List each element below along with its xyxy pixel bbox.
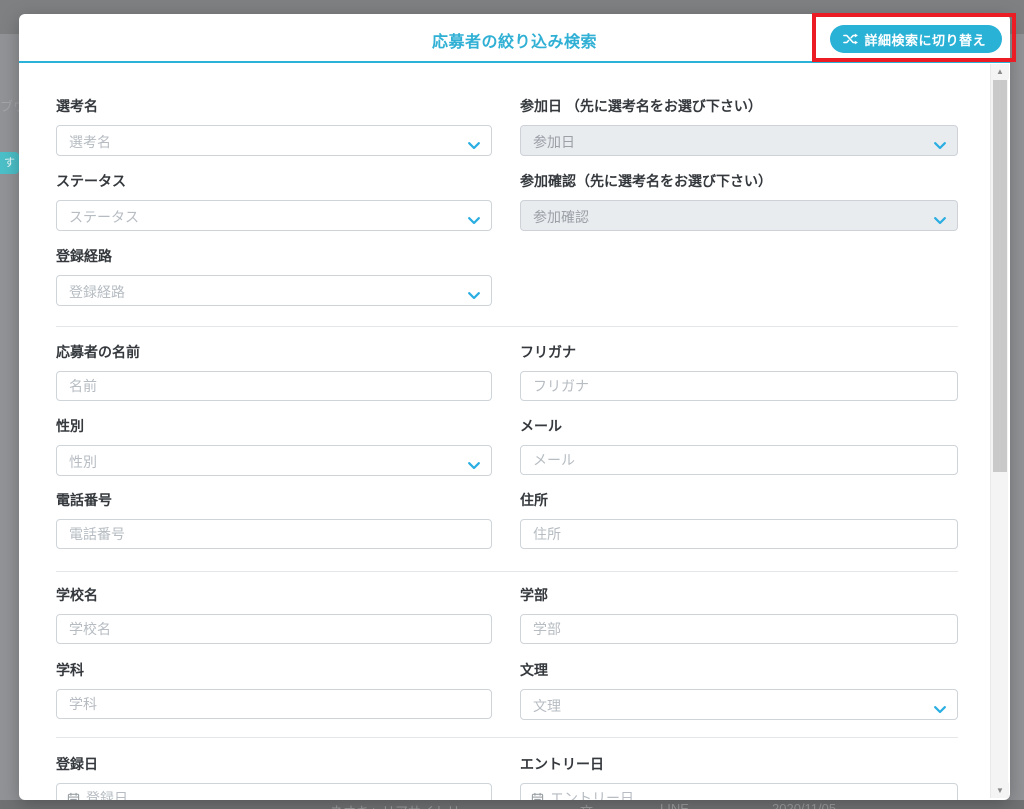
field-furigana: フリガナ — [520, 343, 958, 401]
field-registration-date: 登録日 — [56, 755, 492, 800]
field-participation-date: 参加日 （先に選考名をお選び下さい） 参加日 — [520, 97, 958, 156]
bunri-select[interactable]: 文理 — [520, 689, 958, 720]
field-status: ステータス ステータス — [56, 172, 492, 231]
registration-date-label: 登録日 — [56, 755, 492, 773]
field-email: メール — [520, 417, 958, 475]
chevron-down-icon — [468, 287, 480, 305]
chevron-down-icon — [934, 701, 946, 719]
scrollbar-up-icon[interactable]: ▲ — [991, 64, 1009, 79]
email-input[interactable] — [520, 445, 958, 475]
field-registration-route: 登録経路 登録経路 — [56, 247, 492, 306]
field-address: 住所 — [520, 491, 958, 549]
field-gender: 性別 性別 — [56, 417, 492, 476]
section-divider — [56, 571, 958, 572]
phone-input[interactable] — [56, 519, 492, 549]
shuffle-icon — [843, 32, 858, 46]
background-cell-company: ネオキャリアサイトリ — [330, 801, 460, 809]
phone-label: 電話番号 — [56, 491, 492, 509]
calendar-icon — [531, 792, 544, 801]
background-cell-gender: 文 — [580, 801, 593, 809]
entry-date-label: エントリー日 — [520, 755, 958, 773]
address-label: 住所 — [520, 491, 958, 509]
participation-confirm-label: 参加確認（先に選考名をお選び下さい） — [520, 172, 958, 190]
select-placeholder: 文理 — [533, 696, 561, 716]
field-selection-name: 選考名 選考名 — [56, 97, 492, 156]
registration-date-input[interactable] — [56, 783, 492, 800]
field-school-name: 学校名 — [56, 586, 492, 644]
registration-date-field[interactable] — [80, 785, 491, 800]
furigana-input[interactable] — [520, 371, 958, 401]
entry-date-input[interactable] — [520, 783, 958, 800]
chevron-down-icon — [468, 137, 480, 155]
chevron-down-icon — [468, 457, 480, 475]
registration-route-select[interactable]: 登録経路 — [56, 275, 492, 306]
address-input[interactable] — [520, 519, 958, 549]
school-name-label: 学校名 — [56, 586, 492, 604]
background-table-row: ネオキャリアサイトリ 文 LINE 2020/11/05 — [0, 800, 1024, 809]
registration-route-label: 登録経路 — [56, 247, 492, 265]
field-applicant-name: 応募者の名前 — [56, 343, 492, 401]
modal-header: 応募者の絞り込み検索 詳細検索に切り替え — [19, 14, 1010, 63]
chevron-down-icon — [934, 137, 946, 155]
background-button-fragment: す — [0, 152, 19, 174]
selection-name-select[interactable]: 選考名 — [56, 125, 492, 156]
field-faculty: 学部 — [520, 586, 958, 644]
filter-form: 選考名 選考名 参加日 （先に選考名をお選び下さい） 参加日 ステータス ステー… — [19, 65, 1010, 800]
section-divider — [56, 326, 958, 327]
faculty-input[interactable] — [520, 614, 958, 644]
school-name-input[interactable] — [56, 614, 492, 644]
entry-date-field[interactable] — [544, 785, 957, 800]
gender-label: 性別 — [56, 417, 492, 435]
status-select[interactable]: ステータス — [56, 200, 492, 231]
chevron-down-icon — [468, 212, 480, 230]
field-phone: 電話番号 — [56, 491, 492, 549]
department-input[interactable] — [56, 689, 492, 719]
background-text-fragment: ブウ — [0, 96, 19, 115]
select-placeholder: 性別 — [69, 452, 97, 472]
background-cell-date: 2020/11/05 — [772, 801, 836, 809]
switch-button-label: 詳細検索に切り替え — [864, 30, 986, 49]
select-placeholder: 参加日 — [533, 132, 575, 152]
status-label: ステータス — [56, 172, 492, 190]
select-placeholder: ステータス — [69, 207, 139, 227]
gender-select[interactable]: 性別 — [56, 445, 492, 476]
bunri-label: 文理 — [520, 661, 958, 679]
select-placeholder: 参加確認 — [533, 207, 589, 227]
participation-confirm-select[interactable]: 参加確認 — [520, 200, 958, 231]
field-entry-date: エントリー日 — [520, 755, 958, 800]
participation-date-select[interactable]: 参加日 — [520, 125, 958, 156]
field-participation-confirm: 参加確認（先に選考名をお選び下さい） 参加確認 — [520, 172, 958, 231]
field-department: 学科 — [56, 661, 492, 719]
select-placeholder: 登録経路 — [69, 282, 125, 302]
selection-name-label: 選考名 — [56, 97, 492, 115]
calendar-icon — [67, 792, 80, 801]
scrollbar-down-icon[interactable]: ▼ — [991, 783, 1009, 798]
faculty-label: 学部 — [520, 586, 958, 604]
chevron-down-icon — [934, 212, 946, 230]
select-placeholder: 選考名 — [69, 132, 111, 152]
applicant-name-input[interactable] — [56, 371, 492, 401]
modal-scrollbar[interactable]: ▲ ▼ — [990, 64, 1008, 798]
email-label: メール — [520, 417, 958, 435]
background-cell-channel: LINE — [660, 801, 689, 809]
participation-date-label: 参加日 （先に選考名をお選び下さい） — [520, 97, 958, 115]
applicant-name-label: 応募者の名前 — [56, 343, 492, 361]
section-divider — [56, 737, 958, 738]
field-bunri: 文理 文理 — [520, 661, 958, 720]
furigana-label: フリガナ — [520, 343, 958, 361]
applicant-filter-search-modal: 応募者の絞り込み検索 詳細検索に切り替え 選考名 選考名 — [19, 14, 1010, 800]
department-label: 学科 — [56, 661, 492, 679]
switch-to-detail-search-button[interactable]: 詳細検索に切り替え — [830, 25, 1002, 53]
scrollbar-thumb[interactable] — [993, 80, 1007, 472]
